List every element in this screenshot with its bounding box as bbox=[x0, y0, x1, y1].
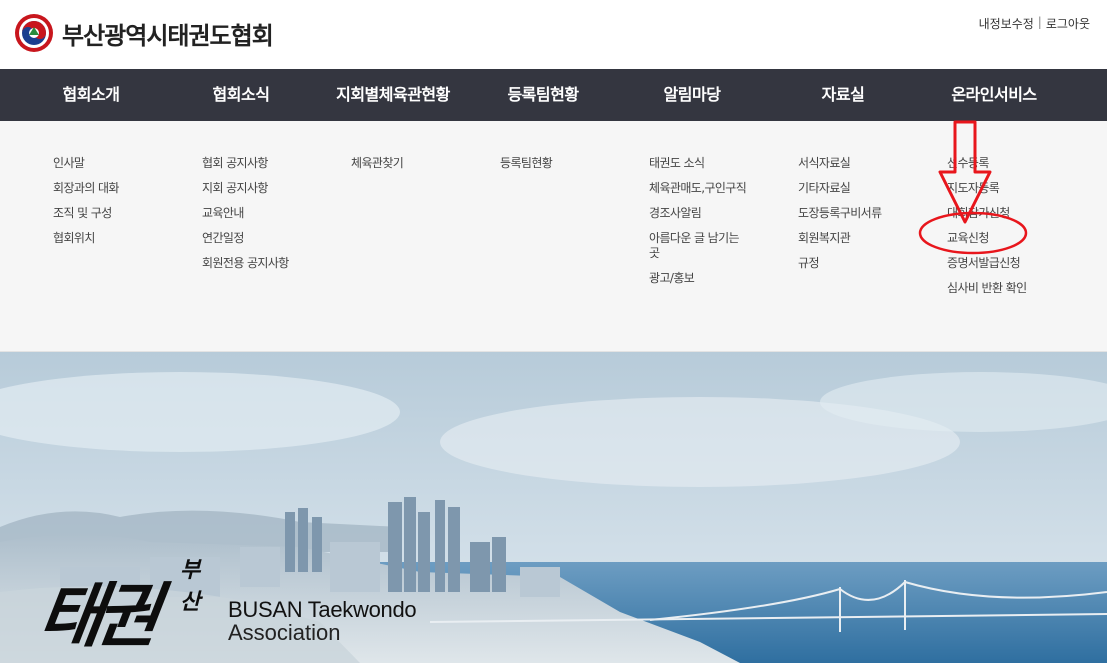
logout-link[interactable]: 로그아웃 bbox=[1046, 15, 1090, 32]
main-navigation: 협회소개 협회소식 지회별체육관현황 등록팀현황 알림마당 자료실 온라인서비스 bbox=[0, 69, 1107, 121]
submenu-library: 서식자료실 기타자료실 도장등록구비서류 회원복지관 규정 bbox=[798, 151, 928, 276]
submenu-item-certificate-request[interactable]: 증명서발급신청 bbox=[947, 251, 1077, 276]
hero-calligraphy: 태권 부산 bbox=[33, 557, 200, 661]
submenu-item-association-notice[interactable]: 협회 공지사항 bbox=[202, 151, 332, 176]
site-logo[interactable]: 부산광역시태권도협회 bbox=[14, 13, 274, 53]
top-header: 부산광역시태권도협회 내정보수정 | 로그아웃 bbox=[0, 0, 1107, 69]
submenu-item-taekwondo-news[interactable]: 태권도 소식 bbox=[649, 151, 767, 176]
nav-item-news[interactable]: 협회소식 bbox=[166, 69, 316, 121]
submenu-gym-status: 체육관찾기 bbox=[351, 151, 481, 176]
submenu-news: 협회 공지사항 지회 공지사항 교육안내 연간일정 회원전용 공지사항 bbox=[202, 151, 332, 276]
submenu-item-family-events[interactable]: 경조사알림 bbox=[649, 201, 767, 226]
submenu-item-location[interactable]: 협회위치 bbox=[53, 226, 183, 251]
util-separator: | bbox=[1037, 15, 1042, 29]
submenu-item-welfare[interactable]: 회원복지관 bbox=[798, 226, 928, 251]
submenu-item-branch-notice[interactable]: 지회 공지사항 bbox=[202, 176, 332, 201]
submenu-item-etc-library[interactable]: 기타자료실 bbox=[798, 176, 928, 201]
nav-item-library[interactable]: 자료실 bbox=[768, 69, 918, 121]
submenu-item-beautiful-words[interactable]: 아름다운 글 남기는 곳 bbox=[649, 231, 749, 261]
submenu-about: 인사말 회장과의 대화 조직 및 구성 협회위치 bbox=[53, 151, 183, 251]
calligraphy-busan: 부산 bbox=[180, 557, 201, 615]
nav-item-online-service[interactable]: 온라인서비스 bbox=[919, 69, 1069, 121]
calligraphy-taekwon: 태권 bbox=[33, 574, 158, 657]
nav-item-gym-status[interactable]: 지회별체육관현황 bbox=[317, 69, 469, 121]
submenu-item-form-library[interactable]: 서식자료실 bbox=[798, 151, 928, 176]
submenu-item-find-gym[interactable]: 체육관찾기 bbox=[351, 151, 481, 176]
busan-cityscape-image bbox=[0, 352, 1107, 663]
hero-title-line1: BUSAN Taekwondo bbox=[228, 597, 417, 622]
submenu-item-member-notice[interactable]: 회원전용 공지사항 bbox=[202, 251, 332, 276]
submenu-item-annual-schedule[interactable]: 연간일정 bbox=[202, 226, 332, 251]
submenu-item-dojang-docs[interactable]: 도장등록구비서류 bbox=[798, 201, 928, 226]
submenu-notices: 태권도 소식 체육관매도,구인구직 경조사알림 아름다운 글 남기는 곳 광고/… bbox=[649, 151, 767, 291]
hero-banner: 태권 부산 BUSAN Taekwondo Association bbox=[0, 352, 1107, 663]
nav-item-notices[interactable]: 알림마당 bbox=[617, 69, 767, 121]
submenu-item-player-registration[interactable]: 선수등록 bbox=[947, 151, 1077, 176]
submenu-item-education-application[interactable]: 교육신청 bbox=[947, 226, 1077, 251]
submenu-item-team-status[interactable]: 등록팀현황 bbox=[500, 151, 630, 176]
submenu-item-exam-fee-refund[interactable]: 심사비 반환 확인 bbox=[947, 276, 1077, 301]
edit-profile-link[interactable]: 내정보수정 bbox=[979, 15, 1034, 32]
submenu-item-instructor-registration[interactable]: 지도자등록 bbox=[947, 176, 1077, 201]
submenu-team-status: 등록팀현황 bbox=[500, 151, 630, 176]
nav-item-team-status[interactable]: 등록팀현황 bbox=[468, 69, 618, 121]
hero-title: BUSAN Taekwondo Association bbox=[228, 597, 417, 645]
site-title: 부산광역시태권도협회 bbox=[62, 21, 274, 50]
submenu-item-competition-entry[interactable]: 대회참가신청 bbox=[947, 201, 1077, 226]
submenu-item-regulations[interactable]: 규정 bbox=[798, 251, 928, 276]
nav-item-about[interactable]: 협회소개 bbox=[16, 69, 166, 121]
submenu-item-greeting[interactable]: 인사말 bbox=[53, 151, 183, 176]
submenu-item-gym-sale-jobs[interactable]: 체육관매도,구인구직 bbox=[649, 176, 767, 201]
submenu-item-advertising[interactable]: 광고/홍보 bbox=[649, 266, 767, 291]
submenu-item-education-info[interactable]: 교육안내 bbox=[202, 201, 332, 226]
submenu-online-service: 선수등록 지도자등록 대회참가신청 교육신청 증명서발급신청 심사비 반환 확인 bbox=[947, 151, 1077, 301]
hero-title-line2: Association bbox=[228, 620, 341, 645]
submenu-item-organization[interactable]: 조직 및 구성 bbox=[53, 201, 183, 226]
submenu-item-president-talk[interactable]: 회장과의 대화 bbox=[53, 176, 183, 201]
taekwondo-emblem-icon bbox=[15, 14, 53, 52]
mega-menu: 인사말 회장과의 대화 조직 및 구성 협회위치 협회 공지사항 지회 공지사항… bbox=[0, 121, 1107, 352]
utility-links: 내정보수정 | 로그아웃 bbox=[979, 15, 1090, 32]
